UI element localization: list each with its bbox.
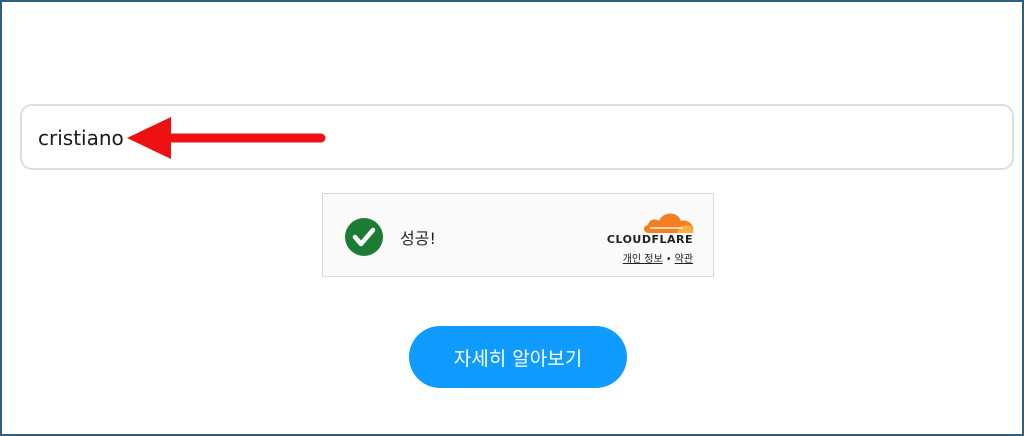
terms-link[interactable]: 약관: [675, 254, 693, 265]
learn-more-button[interactable]: 자세히 알아보기: [409, 326, 627, 388]
search-input-value: cristiano: [38, 126, 124, 150]
screenshot-frame: cristiano 성공! CLOUDFLARE 개인 정보 • 약관 자세히 알아…: [0, 0, 1024, 436]
check-circle-icon: [345, 218, 383, 256]
cloudflare-turnstile-widget: 성공! CLOUDFLARE 개인 정보 • 약관: [322, 193, 714, 277]
cloudflare-cloud-icon: [643, 213, 694, 233]
cloudflare-links: 개인 정보 • 약관: [623, 250, 693, 265]
turnstile-success-text: 성공!: [400, 229, 436, 248]
cloudflare-brand: CLOUDFLARE: [606, 233, 693, 246]
link-separator: •: [665, 254, 672, 265]
privacy-link[interactable]: 개인 정보: [623, 254, 663, 265]
arrow-left-icon: [127, 117, 326, 159]
